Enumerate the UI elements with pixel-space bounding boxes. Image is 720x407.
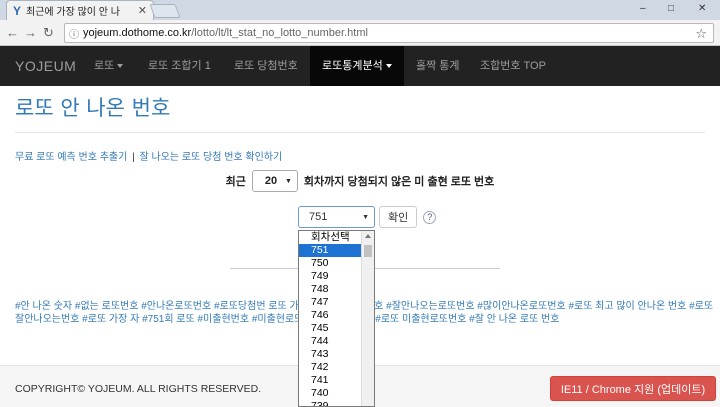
browser-tab-strip: Y 최근에 가장 많이 안 나 ✕ – □ ✕ [0,0,720,20]
site-favicon-icon: Y [13,3,22,18]
filter-prefix: 최근 [225,176,246,188]
dropdown-option[interactable]: 744 [299,335,362,348]
page-info-icon[interactable]: ⓘ [69,26,79,41]
dropdown-option[interactable]: 739 [299,400,362,406]
back-arrow-icon[interactable]: ← [6,25,19,40]
url-path: /lotto/lt/lt_stat_no_lotto_number.html [191,27,368,39]
round-select-value: 751 [309,211,328,223]
chevron-down-icon: ▼ [362,213,369,221]
nav-item-statistics[interactable]: 로또통계분석 [310,46,404,86]
url-host: yojeum.dothome.co.kr [83,27,192,39]
address-toolbar: ← → ↻ ⓘ yojeum.dothome.co.kr/lotto/lt/lt… [0,20,720,46]
dropdown-option[interactable]: 748 [299,283,362,296]
dropdown-option[interactable]: 743 [299,348,362,361]
nav-label: 로또 [94,60,115,72]
divider [15,132,705,133]
round-select-row: 751 ▼ 확인 ? [298,206,437,228]
dropdown-option[interactable]: 740 [299,387,362,400]
browser-support-button[interactable]: IE11 / Chrome 지원 (업데이트) [550,376,716,401]
round-select[interactable]: 751 ▼ [298,206,375,228]
chevron-down-icon: ▼ [284,177,292,185]
prediction-link[interactable]: 무료 로또 예측 번호 추출기 [15,152,127,163]
caret-down-icon [385,64,392,69]
site-navbar: YOJEUM 로또 로또 조합기 1 로또 당첨번호 로또통계분석 홀짝 통계 … [0,46,720,86]
new-tab-button[interactable] [149,4,181,18]
browser-tab[interactable]: Y 최근에 가장 많이 안 나 ✕ [6,0,154,20]
minimize-icon[interactable]: – [640,3,646,14]
page-title: 로또 안 나온 번호 [15,96,171,120]
close-tab-icon[interactable]: ✕ [138,4,147,17]
nav-item-lotto[interactable]: 로또 [82,46,135,86]
round-dropdown-list[interactable]: 회차선택 751 750 749 748 747 746 745 744 743 742 741 74… [298,230,375,407]
copyright-text: COPYRIGHT© YOJEUM. ALL RIGHTS RESERVED. [15,383,262,395]
close-window-icon[interactable]: ✕ [698,3,706,14]
filter-row: 최근 20 ▼ 회차까지 당첨되지 않은 미 출현 로또 번호 [0,170,720,192]
dropdown-option[interactable]: 751 [299,244,362,257]
dropdown-option[interactable]: 742 [299,361,362,374]
recent-count-select[interactable]: 20 ▼ [251,170,298,192]
confirm-button[interactable]: 확인 [379,206,418,228]
nav-item-top-combos[interactable]: 조합번호 TOP [468,46,558,86]
dropdown-option[interactable]: 750 [299,257,362,270]
nav-item-odd-even[interactable]: 홀짝 통계 [404,46,472,86]
dropdown-option[interactable]: 741 [299,374,362,387]
dropdown-option[interactable]: 749 [299,270,362,283]
recent-count-value: 20 [264,175,278,187]
winning-numbers-link[interactable]: 잘 나오는 로또 당첨 번호 확인하기 [140,152,283,163]
filter-suffix: 회차까지 당첨되지 않은 미 출현 로또 번호 [303,176,495,188]
dropdown-scrollbar[interactable] [361,231,374,406]
helper-links: 무료 로또 예측 번호 추출기 | 잘 나오는 로또 당첨 번호 확인하기 [15,148,282,163]
brand-logo[interactable]: YOJEUM [15,58,76,74]
caret-down-icon [117,64,124,69]
nav-item-winning-numbers[interactable]: 로또 당첨번호 [222,46,310,86]
maximize-icon[interactable]: □ [668,3,674,14]
dropdown-option[interactable]: 747 [299,296,362,309]
url-input[interactable]: ⓘ yojeum.dothome.co.kr/lotto/lt/lt_stat_… [64,23,714,43]
tab-title: 최근에 가장 많이 안 나 [26,7,120,18]
dropdown-option-header[interactable]: 회차선택 [299,231,362,244]
scroll-up-arrow-icon[interactable] [365,234,371,238]
nav-label: 로또통계분석 [322,60,383,72]
dropdown-option[interactable]: 745 [299,322,362,335]
scrollbar-thumb[interactable] [364,245,372,257]
link-separator: | [132,152,135,163]
dropdown-options: 회차선택 751 750 749 748 747 746 745 744 743 742 741 74… [299,231,362,406]
forward-arrow-icon[interactable]: → [24,25,37,40]
bookmark-star-icon[interactable]: ☆ [695,26,707,42]
nav-item-combiner[interactable]: 로또 조합기 1 [136,46,223,86]
reload-icon[interactable]: ↻ [43,25,54,41]
help-icon[interactable]: ? [423,210,437,224]
dropdown-option[interactable]: 746 [299,309,362,322]
